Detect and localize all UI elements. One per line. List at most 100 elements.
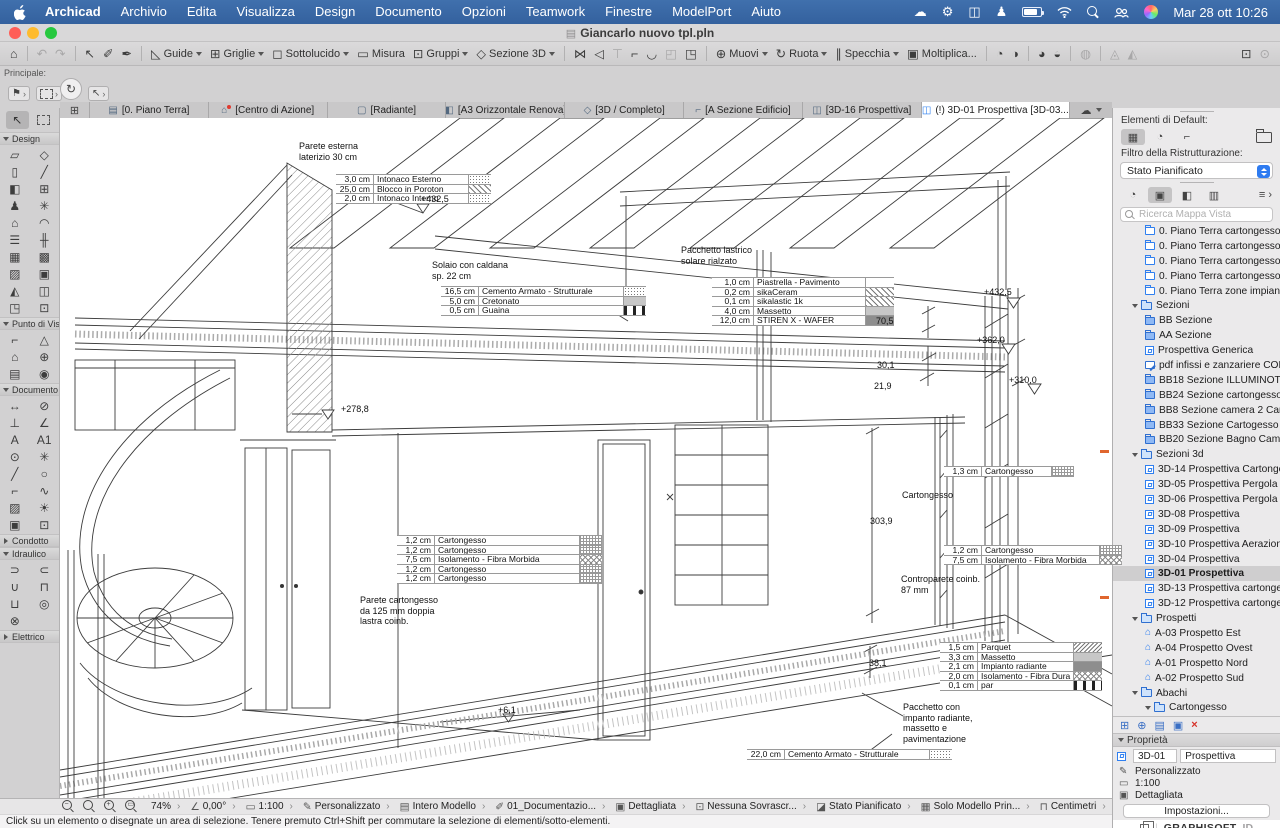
gear-icon[interactable]: ⚙ xyxy=(942,4,954,20)
menu-finestre[interactable]: Finestre xyxy=(595,4,662,19)
view-map-item[interactable]: 3D-05 Prospettiva Pergola Pia xyxy=(1113,477,1280,492)
view-option-1-button[interactable]: ◔ xyxy=(992,44,1008,63)
stair-tool[interactable]: ☰ xyxy=(3,231,27,248)
view-map-item[interactable]: 3D-13 Prospettiva cartongess xyxy=(1113,581,1280,596)
polyline-tool[interactable]: ⌐ xyxy=(3,482,27,499)
apple-menu[interactable] xyxy=(0,5,35,20)
arrow-tool[interactable]: ↖ xyxy=(6,111,29,129)
stretch-button[interactable]: ◳ xyxy=(681,44,701,63)
cloud-sync-icon[interactable]: ☁ xyxy=(914,4,927,20)
view-map-item[interactable]: ⌂A-03 Prospetto Est xyxy=(1113,626,1280,641)
control-center-icon[interactable]: ◫ xyxy=(968,4,980,20)
renovation-filter-control[interactable]: ◪Stato Pianificato› xyxy=(811,801,916,813)
gruppi-menu[interactable]: ⊡Gruppi xyxy=(409,44,473,63)
stamp-tool[interactable]: ⊡ xyxy=(32,299,56,316)
trim-button[interactable]: ◡ xyxy=(642,44,661,63)
toolbox-section-elettrico[interactable]: Elettrico xyxy=(0,630,59,643)
view-map-item[interactable]: Sezioni 3d xyxy=(1113,447,1280,462)
save-view-button[interactable]: ▤ xyxy=(1154,719,1164,732)
users-icon[interactable] xyxy=(1114,7,1129,18)
marquee-tool[interactable] xyxy=(33,111,56,129)
tank-tool[interactable]: ⊗ xyxy=(3,612,27,629)
selection-preset-button[interactable]: › xyxy=(36,86,62,101)
spline-tool[interactable]: ∿ xyxy=(32,482,56,499)
marker-preset-button[interactable]: ⚑› xyxy=(8,86,30,101)
view-map-item[interactable]: pdf infissi e zanzariere CONTR xyxy=(1113,358,1280,373)
toolbox-section-condotto[interactable]: Condotto xyxy=(0,534,59,547)
inject-parameters-button[interactable]: ✐ xyxy=(99,44,117,63)
marker-tool[interactable]: ⊙ xyxy=(3,448,27,465)
navigator-menu-button[interactable]: ≡ › xyxy=(1259,189,1272,201)
sottolucido-menu[interactable]: ◻Sottolucido xyxy=(268,44,353,63)
expander-icon[interactable] xyxy=(1132,453,1138,457)
line-tool[interactable]: ╱ xyxy=(3,465,27,482)
menu-archivio[interactable]: Archivio xyxy=(111,4,177,19)
fit-in-window-button[interactable]: ▭ xyxy=(125,800,139,813)
view-map-item[interactable]: BB Sezione xyxy=(1113,313,1280,328)
view-option-4-button[interactable]: ◒ xyxy=(1050,44,1066,63)
worksheet-tool[interactable]: ▤ xyxy=(3,365,27,382)
wall-tool[interactable]: ▱ xyxy=(3,146,27,163)
toolbox-section-design[interactable]: Design xyxy=(0,132,59,145)
view-id-field[interactable]: 3D-01 xyxy=(1133,749,1177,763)
view-map-item[interactable]: ⌂A-02 Prospetto Sud xyxy=(1113,671,1280,686)
toolbox-section-idraulico[interactable]: Idraulico xyxy=(0,547,59,560)
menu-aiuto[interactable]: Aiuto xyxy=(741,4,791,19)
angle-dimension-tool[interactable]: ∠ xyxy=(32,414,56,431)
user-icon[interactable]: ♟ xyxy=(996,4,1008,20)
slab-tool[interactable]: ◇ xyxy=(32,146,56,163)
drawing-area[interactable] xyxy=(60,118,1112,798)
model-view-control[interactable]: ▣Dettagliata› xyxy=(610,801,690,813)
layout-book-button[interactable]: ◧ xyxy=(1175,187,1199,203)
window-manager-icon[interactable] xyxy=(1140,824,1149,828)
beam-tool[interactable]: ╱ xyxy=(32,163,56,180)
siri-icon[interactable] xyxy=(1144,5,1158,19)
spotlight-search-icon[interactable] xyxy=(1087,6,1099,18)
view-map-item[interactable]: BB18 Sezione ILLUMINOTECNI xyxy=(1113,373,1280,388)
layer-combination-control[interactable]: ▤Intero Modello› xyxy=(395,801,491,813)
view-map-item[interactable]: ⌂A-04 Prospetto Ovest xyxy=(1113,641,1280,656)
object-tool[interactable]: ♟ xyxy=(3,197,27,214)
detail-tool[interactable]: ⊕ xyxy=(32,348,56,365)
door-tool[interactable]: ◧ xyxy=(3,180,27,197)
mesh-tool[interactable]: ▩ xyxy=(32,248,56,265)
panel-toggle-button[interactable]: ⊡ xyxy=(1237,44,1255,63)
view-name-field[interactable]: Prospettiva xyxy=(1180,749,1276,763)
specchia-menu[interactable]: ∥Specchia xyxy=(831,44,903,63)
adjust-button[interactable]: ◁ xyxy=(590,44,608,63)
shell-tool[interactable]: ◠ xyxy=(32,214,56,231)
favorites-default-button[interactable]: ▦ xyxy=(1121,129,1145,145)
expander-icon[interactable] xyxy=(1132,691,1138,695)
skylight-tool[interactable]: ◫ xyxy=(32,282,56,299)
new-folder-button[interactable]: ⊕ xyxy=(1137,719,1146,732)
interior-elevation-tool[interactable]: ⌂ xyxy=(3,348,27,365)
expander-icon[interactable] xyxy=(1132,617,1138,621)
menu-edita[interactable]: Edita xyxy=(177,4,227,19)
organizer-button[interactable]: ⊙ xyxy=(1256,44,1274,63)
toolbox-section-puntodivist[interactable]: Punto di Vist xyxy=(0,317,59,330)
teamwork-cloud-button[interactable]: ☁ xyxy=(1070,102,1112,118)
wifi-icon[interactable] xyxy=(1057,7,1072,18)
radial-dimension-tool[interactable]: ⊘ xyxy=(32,397,56,414)
duct-tool[interactable]: ⊂ xyxy=(32,561,56,578)
view-map-item[interactable]: BB20 Sezione Bagno Camera xyxy=(1113,432,1280,447)
circle-tool[interactable]: ○ xyxy=(32,465,56,482)
tab-3d-completo[interactable]: ◇[3D / Completo] xyxy=(565,102,684,118)
view-map-item[interactable]: 3D-08 Prospettiva xyxy=(1113,507,1280,522)
settings-button[interactable]: Impostazioni... xyxy=(1123,804,1270,818)
view-map-item[interactable]: 0. Piano Terra cartongesso cor xyxy=(1113,254,1280,269)
renovation-filter-select[interactable]: Stato Pianificato xyxy=(1120,162,1273,179)
open-project-folder-icon[interactable] xyxy=(1256,132,1272,143)
tab-a3-orizzontale[interactable]: ◧[A3 Orizzontale Renova] xyxy=(446,102,565,118)
view-map-item[interactable]: ⌂A-01 Prospetto Nord xyxy=(1113,656,1280,671)
view-map-item[interactable]: 0. Piano Terra cartongesso cam xyxy=(1113,239,1280,254)
griglie-menu[interactable]: ⊞Griglie xyxy=(206,44,268,63)
tab-centro-di-azione[interactable]: ⌂[Centro di Azione] xyxy=(209,102,328,118)
moltiplica-button[interactable]: ▣Moltiplica... xyxy=(903,44,981,63)
muovi-menu[interactable]: ⊕Muovi xyxy=(712,44,772,63)
morph-tool[interactable]: ◭ xyxy=(3,282,27,299)
zoom-level-control[interactable]: 74%› xyxy=(146,801,185,812)
menu-teamwork[interactable]: Teamwork xyxy=(516,4,595,19)
fillet-button[interactable]: ⌐ xyxy=(627,44,642,63)
tab-a-sezione-edificio[interactable]: ⌐[A Sezione Edificio] xyxy=(684,102,803,118)
